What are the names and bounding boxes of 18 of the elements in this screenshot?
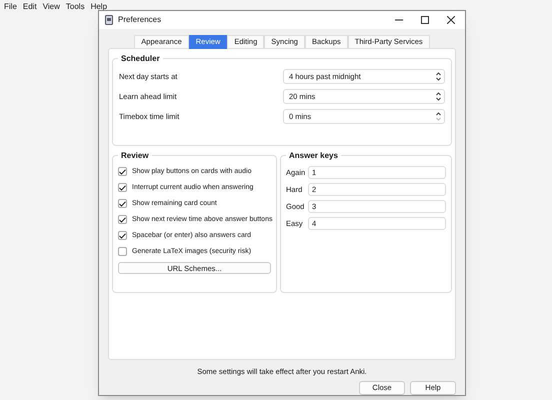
maximize-icon[interactable] [421,16,429,24]
menu-item[interactable]: File [4,1,17,12]
checkbox[interactable] [118,247,127,256]
checkbox[interactable] [118,215,127,224]
checkbox[interactable] [118,231,127,240]
group-title: Answer keys [286,150,341,162]
spin-arrows-icon[interactable] [436,92,441,101]
menu-item[interactable]: Tools [66,1,85,12]
checkbox[interactable] [118,183,127,192]
checkbox[interactable] [118,167,127,176]
close-icon[interactable] [447,16,455,24]
menu-item[interactable]: Help [90,1,108,12]
checkbox[interactable] [118,199,127,208]
menu-item[interactable]: View [42,1,60,12]
menu-item[interactable]: Edit [22,1,37,12]
spin-arrows-icon[interactable] [436,72,441,81]
app-icon [105,14,113,25]
window-title: Preferences [118,14,162,26]
